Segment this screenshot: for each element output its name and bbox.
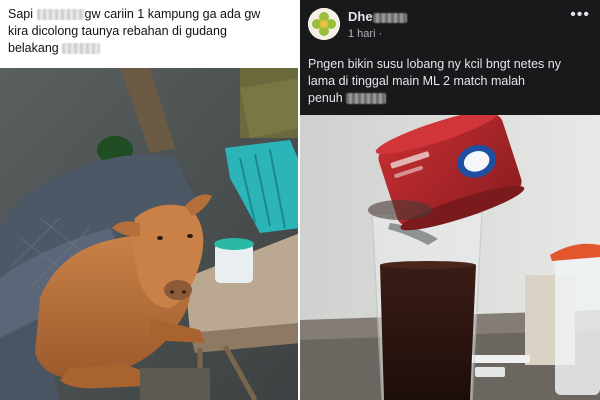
avatar[interactable] (308, 8, 340, 40)
left-post: Sapi gw cariin 1 kampung ga ada gw kira … (0, 0, 300, 400)
author-name-text: Dhe (348, 9, 373, 24)
avatar-flower-icon (308, 8, 340, 40)
right-post: Dhe 1 hari · ••• Pngen bikin susu lobang… (300, 0, 600, 400)
milk-glass-photo (300, 115, 600, 400)
censored-text (62, 43, 101, 55)
caption-text: kira dicolong taunya rebahan di gudang (8, 24, 227, 38)
author-name[interactable]: Dhe (348, 9, 407, 24)
post-time[interactable]: 1 hari (348, 28, 376, 40)
censored-text (346, 93, 387, 105)
post-meta: 1 hari · (348, 28, 382, 40)
caption-text: Sapi (8, 7, 34, 21)
caption-text: penuh (308, 91, 343, 105)
calf-photo (0, 68, 300, 400)
globe-icon: · (378, 28, 383, 40)
right-post-caption: Pngen bikin susu lobang ny kcil bngt net… (308, 56, 596, 107)
censored-text (36, 9, 85, 21)
censored-text (372, 12, 407, 23)
more-options-icon[interactable]: ••• (570, 6, 590, 24)
caption-text: belakang (8, 41, 59, 55)
caption-text: lama di tinggal main ML 2 match malah (308, 74, 525, 88)
caption-text: gw cariin 1 kampung ga ada gw (84, 7, 261, 21)
caption-text: Pngen bikin susu lobang ny kcil bngt net… (308, 57, 561, 71)
left-post-caption: Sapi gw cariin 1 kampung ga ada gw kira … (8, 6, 293, 57)
